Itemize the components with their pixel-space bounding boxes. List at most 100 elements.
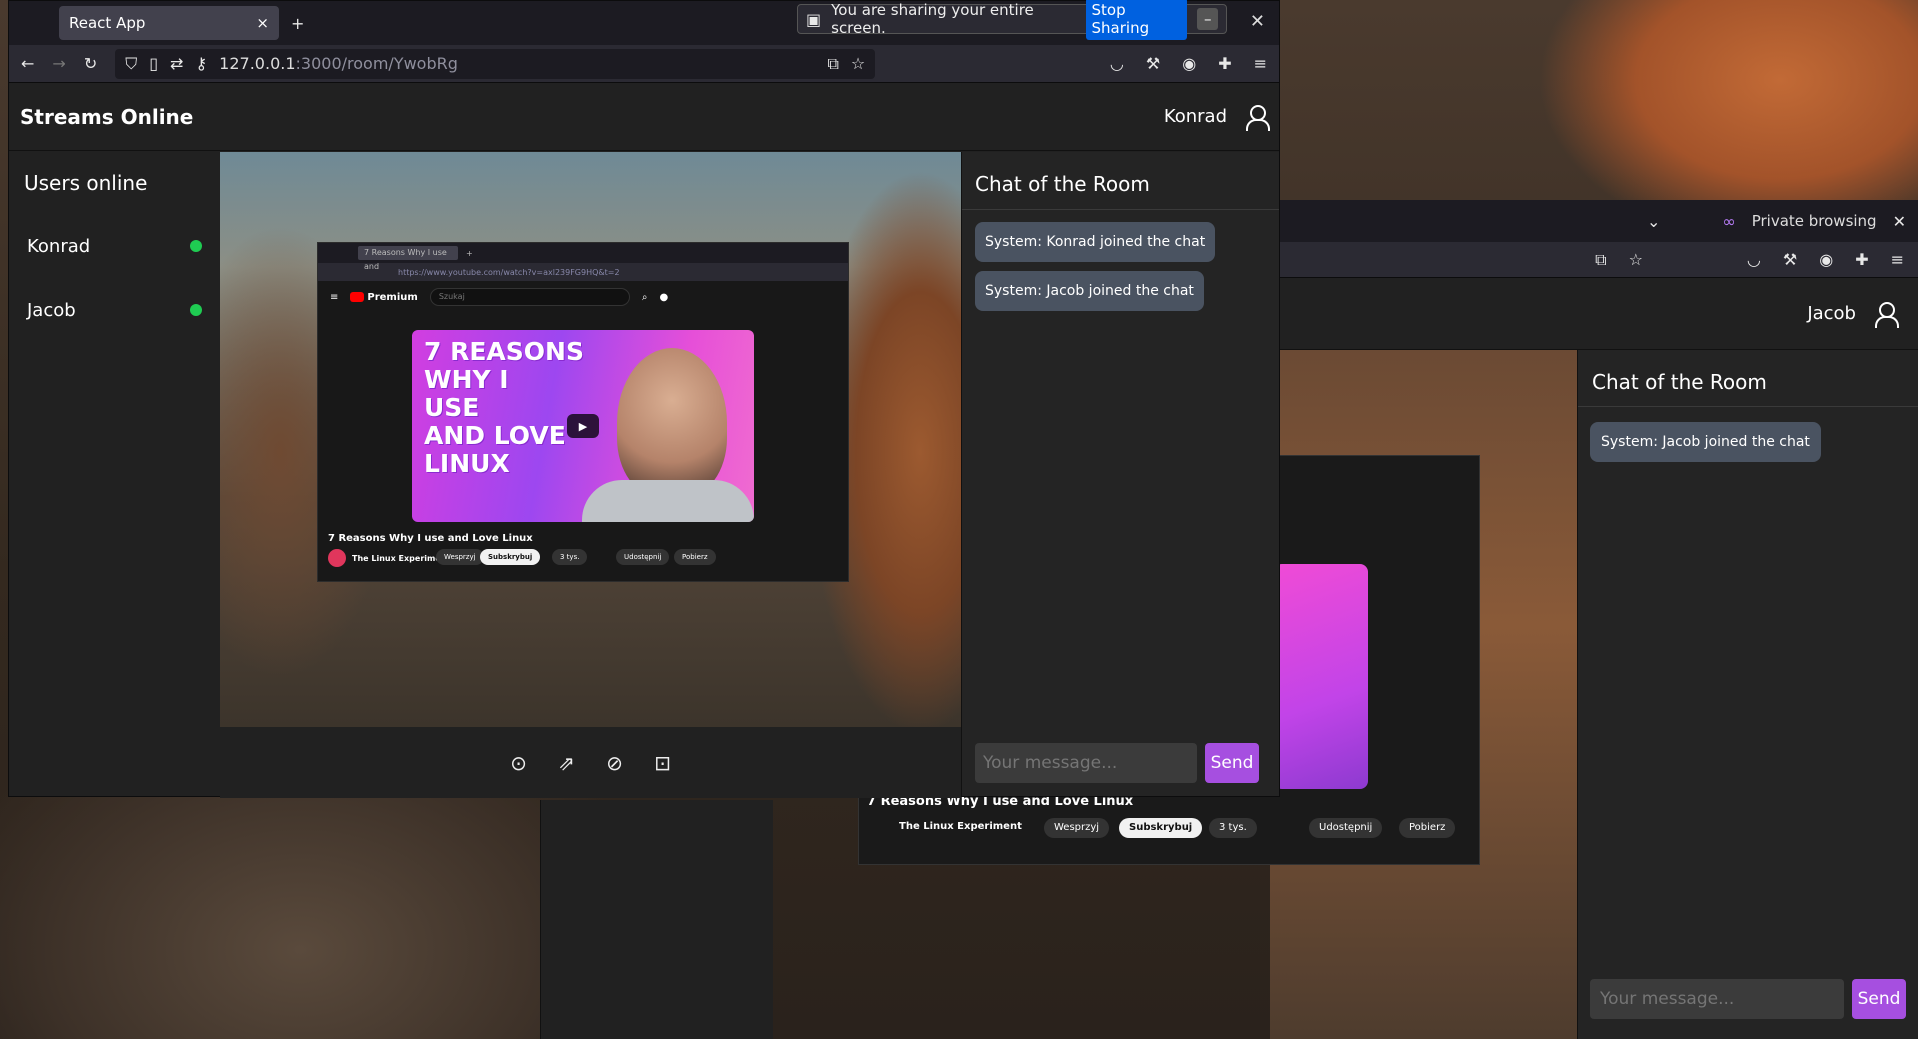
background-like-button[interactable]: 3 tys. bbox=[1209, 818, 1257, 838]
close-icon[interactable]: ✕ bbox=[1893, 212, 1906, 231]
send-button[interactable]: Send bbox=[1205, 743, 1259, 783]
support-button: Wesprzyj bbox=[436, 549, 484, 565]
tab-title: React App bbox=[69, 14, 146, 32]
bookmark-star-icon[interactable]: ☆ bbox=[851, 54, 865, 73]
shield-icon[interactable]: ⛉ bbox=[125, 54, 137, 74]
wrench-icon[interactable]: ⚒ bbox=[1783, 250, 1797, 269]
menu-icon[interactable]: ≡ bbox=[1254, 54, 1267, 73]
background-share-button[interactable]: Udostępnij bbox=[1309, 818, 1383, 838]
tab-close-icon[interactable]: × bbox=[256, 14, 269, 32]
streams-app: Streams Online Konrad Users online Konra… bbox=[9, 83, 1279, 798]
video-title: 7 Reasons Why I use and Love Linux bbox=[328, 533, 533, 544]
permissions-icon[interactable]: ⇄ bbox=[170, 54, 183, 73]
like-button: 3 tys. bbox=[552, 549, 588, 565]
stream-controls: ⊙ ⇗ ⊘ ⊡ bbox=[220, 727, 961, 798]
second-current-user: Jacob bbox=[1807, 303, 1856, 324]
forward-icon[interactable]: → bbox=[52, 54, 65, 73]
page-icon: ▯ bbox=[149, 54, 159, 73]
second-navbar: ⧉ ☆ ◡ ⚒ ◉ ✚ ≡ bbox=[1270, 242, 1918, 278]
background-subscribe-button[interactable]: Subskrybuj bbox=[1119, 818, 1203, 838]
share-screen-icon[interactable]: ⇗ bbox=[555, 751, 579, 775]
account-icon[interactable]: ◉ bbox=[1819, 250, 1833, 269]
chevron-down-icon[interactable]: ⌄ bbox=[1647, 212, 1660, 231]
user-list-item[interactable]: Jacob bbox=[9, 278, 220, 342]
brand-title: Streams Online bbox=[20, 104, 194, 129]
account-icon[interactable]: ◉ bbox=[1182, 54, 1196, 73]
extensions-icon[interactable]: ✚ bbox=[1218, 54, 1231, 73]
shared-search-box: Szukaj bbox=[429, 288, 630, 306]
second-sidebar-fragment bbox=[540, 800, 773, 1039]
user-icon[interactable] bbox=[1245, 104, 1270, 131]
share-notice-text: You are sharing your entire screen. bbox=[831, 1, 1034, 37]
user-list-item[interactable]: Konrad bbox=[9, 214, 220, 278]
minimize-share-bar-button[interactable]: – bbox=[1197, 8, 1218, 30]
hamburger-icon: ≡ bbox=[330, 291, 339, 303]
subscribe-button: Subskrybuj bbox=[480, 549, 541, 565]
message-input[interactable] bbox=[975, 743, 1197, 783]
wrench-icon[interactable]: ⚒ bbox=[1146, 54, 1160, 73]
pocket-icon[interactable]: ◡ bbox=[1110, 54, 1124, 73]
chat-input-row: Send bbox=[975, 743, 1266, 783]
url-path: :3000/room/YwobRg bbox=[295, 54, 458, 73]
shared-screen-stream: 7 Reasons Why I use and + https://www.yo… bbox=[220, 152, 961, 727]
share-button: Udostępnij bbox=[616, 549, 670, 565]
presenter-shirt bbox=[582, 480, 754, 522]
shared-tab-title: 7 Reasons Why I use and bbox=[358, 246, 458, 271]
shared-browser-window: 7 Reasons Why I use and + https://www.yo… bbox=[317, 242, 849, 582]
key-icon[interactable]: ⚷ bbox=[195, 54, 207, 73]
mic-off-icon[interactable]: ⊘ bbox=[603, 751, 627, 775]
second-chat-message: System: Jacob joined the chat bbox=[1590, 422, 1821, 462]
picture-in-picture-icon[interactable]: ⧉ bbox=[1595, 250, 1606, 270]
second-chat-panel: Chat of the Room System: Jacob joined th… bbox=[1577, 350, 1918, 1039]
back-icon[interactable]: ← bbox=[21, 54, 34, 73]
private-browsing-icon: ∞ bbox=[1722, 211, 1736, 231]
video-thumbnail: 7 REASONS WHY I USE AND LOVE LINUX ▶ bbox=[412, 330, 754, 522]
online-status-dot bbox=[190, 240, 202, 252]
youtube-logo: Premium bbox=[350, 292, 418, 303]
bookmark-star-icon[interactable]: ☆ bbox=[1629, 250, 1643, 269]
message-list: System: Konrad joined the chat System: J… bbox=[962, 210, 1279, 323]
camera-icon[interactable]: ⊙ bbox=[507, 751, 531, 775]
menu-icon[interactable]: ≡ bbox=[1891, 250, 1904, 269]
user-name: Konrad bbox=[27, 235, 91, 257]
picture-in-picture-icon[interactable]: ⧉ bbox=[827, 54, 838, 74]
chat-panel: Chat of the Room System: Konrad joined t… bbox=[961, 152, 1279, 796]
user-name: Jacob bbox=[27, 299, 76, 321]
second-tabstrip: ⌄ ∞ Private browsing ✕ bbox=[1270, 200, 1918, 242]
screen-sharing-notification: ▣ You are sharing your entire screen. St… bbox=[797, 0, 1227, 40]
current-user-name: Konrad bbox=[1163, 106, 1227, 127]
background-download-button[interactable]: Pobierz bbox=[1399, 818, 1456, 838]
background-video-thumbnail bbox=[1274, 564, 1368, 789]
screen-frame-icon[interactable]: ⊡ bbox=[651, 751, 675, 775]
background-channel-name: The Linux Experiment bbox=[899, 821, 1022, 832]
users-sidebar: Users online Konrad Jacob bbox=[9, 152, 220, 796]
presenter-face bbox=[617, 348, 727, 498]
second-message-input[interactable] bbox=[1590, 979, 1844, 1019]
pocket-icon[interactable]: ◡ bbox=[1747, 250, 1761, 269]
chat-title: Chat of the Room bbox=[962, 152, 1279, 210]
second-send-button[interactable]: Send bbox=[1852, 979, 1906, 1019]
second-chat-title: Chat of the Room bbox=[1578, 350, 1918, 407]
reload-icon[interactable]: ↻ bbox=[84, 54, 97, 73]
stop-sharing-button[interactable]: Stop Sharing bbox=[1085, 0, 1188, 40]
navigation-bar: ← → ↻ ⛉ ▯ ⇄ ⚷ 127.0.0.1:3000/room/YwobRg… bbox=[9, 45, 1279, 83]
thumbnail-text: 7 REASONS WHY I USE AND LOVE LINUX bbox=[424, 337, 584, 478]
url-host: 127.0.0.1 bbox=[219, 54, 296, 73]
online-status-dot bbox=[190, 304, 202, 316]
new-tab-icon[interactable]: + bbox=[291, 14, 304, 33]
play-icon: ▶ bbox=[567, 414, 599, 438]
window-close-icon[interactable]: ✕ bbox=[1250, 11, 1265, 32]
main-browser-window: React App × + ▣ You are sharing your ent… bbox=[8, 0, 1280, 798]
search-icon: ⌕ bbox=[641, 291, 648, 303]
user-icon[interactable] bbox=[1874, 301, 1899, 328]
app-header: Streams Online Konrad bbox=[9, 83, 1279, 151]
screen-share-icon: ▣ bbox=[806, 9, 822, 29]
url-bar[interactable]: ⛉ ▯ ⇄ ⚷ 127.0.0.1:3000/room/YwobRg ⧉ ☆ bbox=[115, 48, 876, 79]
private-browsing-label: Private browsing bbox=[1751, 212, 1877, 230]
browser-tab[interactable]: React App × bbox=[59, 6, 279, 40]
extensions-icon[interactable]: ✚ bbox=[1855, 250, 1868, 269]
chat-message: System: Konrad joined the chat bbox=[975, 222, 1216, 262]
background-support-button[interactable]: Wesprzyj bbox=[1044, 818, 1110, 838]
channel-avatar bbox=[328, 549, 346, 567]
users-online-title: Users online bbox=[24, 171, 148, 195]
